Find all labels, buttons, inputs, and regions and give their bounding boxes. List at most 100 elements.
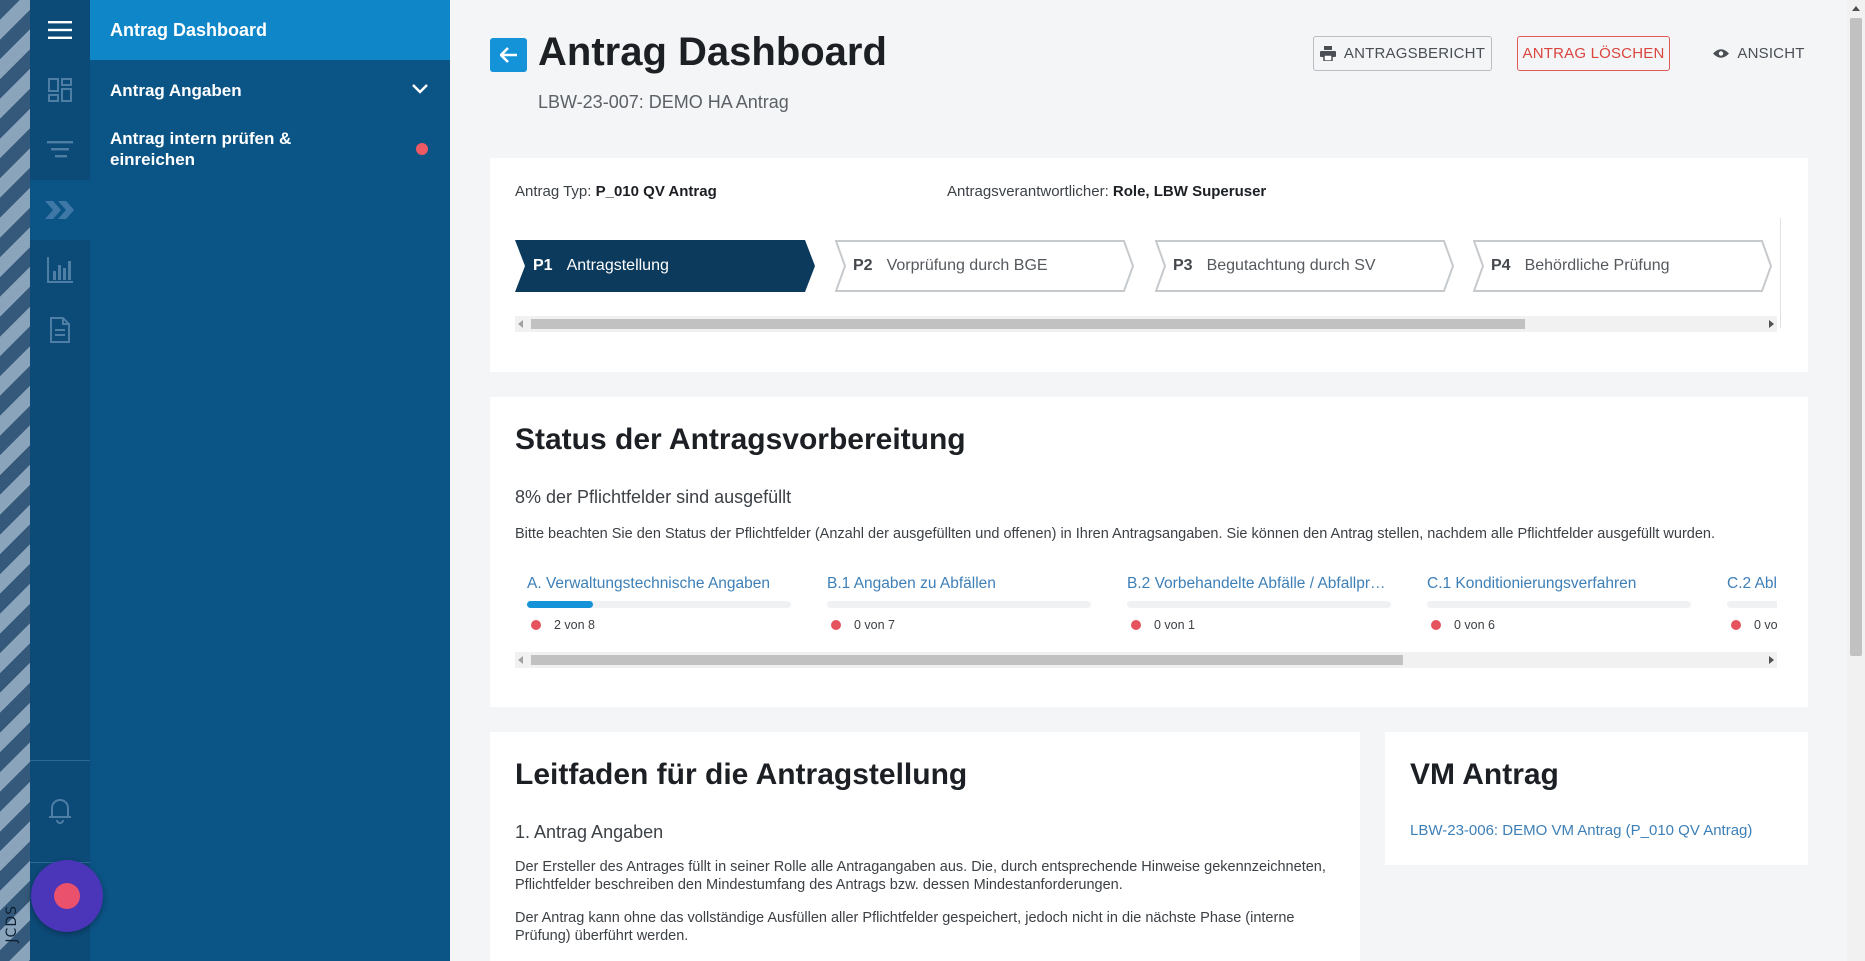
rail-list[interactable] [30,120,90,180]
sidebar-nav: Antrag Dashboard Antrag Angaben Antrag i… [90,0,450,961]
rail-divider [30,760,90,761]
status-dot [1731,620,1741,630]
phase-p2[interactable]: P2 Vorprüfung durch BGE [835,240,1135,292]
section-progress-bar [1127,601,1391,608]
arrow-left-icon [499,47,517,63]
icon-rail [30,0,90,961]
phase-scrollbar[interactable] [515,316,1777,332]
section-title[interactable]: B.2 Vorbehandelte Abfälle / Abfallproduk… [1115,575,1391,593]
chat-button[interactable] [31,860,103,932]
phase-code: P4 [1491,257,1511,274]
rail-statistics[interactable] [30,240,90,300]
section-item[interactable]: A. Verwaltungstechnische Angaben 2 von 8 [515,575,791,632]
rail-documents[interactable] [30,300,90,360]
report-button[interactable]: ANTRAGSBERICHT [1313,36,1492,71]
rail-phases[interactable] [30,180,90,240]
phase-label: Begutachtung durch SV [1206,257,1376,274]
back-button[interactable] [490,38,527,72]
phase-card: Antrag Typ: P_010 QV Antrag Antragsveran… [490,158,1808,372]
section-title[interactable]: C.1 Konditionierungsverfahren [1415,575,1691,593]
document-icon [50,317,70,343]
rail-dashboard[interactable] [30,60,90,120]
stepper-divider [1780,218,1781,328]
chart-icon [47,257,73,283]
page-scrollbar[interactable] [1847,0,1865,961]
section-count: 0 von [1754,618,1777,632]
section-progress-list: A. Verwaltungstechnische Angaben 2 von 8… [515,575,1777,635]
phase-code: P2 [853,257,873,274]
chevrons-icon [45,201,74,219]
phase-code: P3 [1173,257,1193,274]
status-dot [531,620,541,630]
status-dot [831,620,841,630]
phase-p3[interactable]: P3 Begutachtung durch SV [1155,240,1455,292]
antrag-owner-label: Antragsverantwortlicher: [947,183,1109,200]
section-item[interactable]: C.2 Ablauf 0 von [1715,575,1777,632]
scroll-left-icon[interactable] [518,656,523,664]
section-scrollbar[interactable] [515,652,1777,668]
section-count: 0 von 7 [854,618,896,632]
sidebar-header-label: Antrag Dashboard [110,19,268,40]
phase-p1[interactable]: P1 Antragstellung [515,240,815,292]
phase-p4[interactable]: P4 Behördliche Prüfung [1473,240,1773,292]
scroll-up-icon[interactable] [1852,6,1860,11]
menu-icon [48,21,72,39]
rail-notifications[interactable] [30,780,90,840]
section-item[interactable]: C.1 Konditionierungsverfahren 0 von 6 [1415,575,1691,632]
view-button[interactable]: ANSICHT [1694,36,1824,71]
dashboard-icon [48,78,72,102]
section-item[interactable]: B.1 Angaben zu Abfällen 0 von 7 [815,575,1091,632]
sidebar-item-label: Antrag intern prüfen & einreichen [110,129,292,169]
main-content: Antrag Dashboard LBW-23-007: DEMO HA Ant… [450,0,1847,961]
vm-antrag-link[interactable]: LBW-23-006: DEMO VM Antrag (P_010 QV Ant… [1410,822,1752,839]
menu-button[interactable] [30,0,90,60]
status-note: Bitte beachten Sie den Status der Pflich… [515,526,1715,542]
printer-icon [1319,46,1336,61]
section-progress-bar [827,601,1091,608]
chevron-down-icon [412,84,428,94]
report-button-label: ANTRAGSBERICHT [1343,45,1486,62]
scroll-thumb[interactable] [1850,18,1862,656]
page-subtitle: LBW-23-007: DEMO HA Antrag [538,92,789,112]
sidebar-item-pruefen[interactable]: Antrag intern prüfen & einreichen [90,122,390,170]
section-title[interactable]: B.1 Angaben zu Abfällen [815,575,1091,593]
list-icon [47,141,73,158]
phase-label: Antragstellung [566,257,669,274]
antrag-type: Antrag Typ: P_010 QV Antrag [515,183,717,200]
chat-icon [54,883,80,909]
guide-paragraph: Der Ersteller des Antrages füllt in sein… [515,859,1326,893]
scroll-thumb[interactable] [531,319,1525,329]
guide-title: Leitfaden für die Antragstellung [515,758,968,791]
bell-icon [49,799,71,824]
phase-code: P1 [533,257,553,274]
section-progress-bar [527,601,791,608]
section-count: 0 von 1 [1154,618,1196,632]
status-card: Status der Antragsvorbereitung 8% der Pf… [490,397,1808,707]
scroll-right-icon[interactable] [1769,320,1774,328]
section-item[interactable]: B.2 Vorbehandelte Abfälle / Abfallproduk… [1115,575,1391,632]
brand-label: JCDS [4,905,20,943]
status-summary: 8% der Pflichtfelder sind ausgefüllt [515,487,792,507]
delete-button[interactable]: ANTRAG LÖSCHEN [1517,36,1670,71]
antrag-owner-value: Role, LBW Superuser [1112,183,1267,200]
sidebar-item-antrag-angaben[interactable]: Antrag Angaben [90,60,450,122]
antrag-type-label: Antrag Typ: [515,183,592,200]
section-title[interactable]: C.2 Ablauf [1715,575,1777,593]
brand-stripe: JCDS [0,0,30,961]
scroll-left-icon[interactable] [518,320,523,328]
guide-subtitle: 1. Antrag Angaben [515,822,664,842]
scroll-right-icon[interactable] [1769,656,1774,664]
phase-label: Vorprüfung durch BGE [886,257,1048,274]
view-button-label: ANSICHT [1737,45,1805,62]
phase-stepper: P1 Antragstellung P2 Vorprüfung durch BGE … [515,240,1777,292]
section-progress-bar [1427,601,1691,608]
scroll-thumb[interactable] [531,655,1403,665]
vm-title: VM Antrag [1410,758,1559,791]
section-progress-bar [1727,601,1777,608]
section-title[interactable]: A. Verwaltungstechnische Angaben [515,575,791,593]
progress-fill [527,601,593,608]
sidebar-item-label: Antrag Angaben [110,81,242,100]
status-dot [1131,620,1141,630]
sidebar-item-dashboard[interactable]: Antrag Dashboard [90,0,450,60]
page-title: Antrag Dashboard [538,30,887,74]
